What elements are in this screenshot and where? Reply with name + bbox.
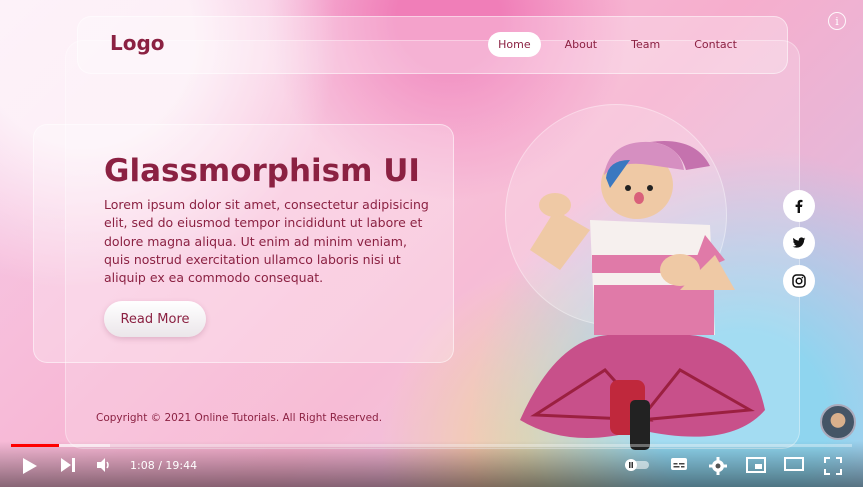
player-controls: 1:08 / 19:44 — [0, 441, 863, 487]
play-icon[interactable] — [22, 457, 38, 475]
info-icon[interactable]: i — [828, 12, 846, 30]
progress-bar[interactable] — [11, 444, 852, 447]
facebook-button[interactable] — [783, 190, 815, 222]
settings-gear-icon[interactable] — [709, 457, 727, 475]
nav-home[interactable]: Home — [488, 32, 541, 57]
theater-mode-icon[interactable] — [784, 457, 804, 471]
hero-card: Glassmorphism UI Lorem ipsum dolor sit a… — [33, 124, 454, 363]
character-illustration — [520, 141, 765, 450]
twitter-button[interactable] — [783, 227, 815, 259]
site-navbar: Logo Home About Team Contact — [77, 16, 788, 74]
time-display: 1:08 / 19:44 — [130, 459, 198, 472]
hero-title: Glassmorphism UI — [104, 153, 420, 189]
nav-team[interactable]: Team — [621, 32, 670, 57]
autoplay-toggle-icon[interactable] — [624, 458, 650, 472]
volume-icon[interactable] — [96, 457, 112, 473]
next-icon[interactable] — [60, 457, 76, 473]
nav-links: Home About Team Contact — [488, 32, 747, 57]
miniplayer-icon[interactable] — [746, 457, 766, 473]
progress-played — [11, 444, 59, 447]
channel-avatar[interactable] — [820, 404, 856, 440]
nav-about[interactable]: About — [555, 32, 608, 57]
hero-text: Lorem ipsum dolor sit amet, consectetur … — [104, 197, 429, 286]
site-logo[interactable]: Logo — [110, 31, 165, 55]
copyright-text: Copyright © 2021 Online Tutorials. All R… — [96, 412, 383, 424]
video-player[interactable]: i Logo Home About Team Contact Glassmorp… — [0, 0, 863, 487]
twitter-icon — [792, 237, 806, 248]
read-more-button[interactable]: Read More — [104, 301, 206, 337]
facebook-icon — [795, 199, 803, 213]
instagram-button[interactable] — [783, 265, 815, 297]
instagram-icon — [792, 274, 806, 288]
subtitles-icon[interactable] — [670, 457, 688, 471]
fullscreen-icon[interactable] — [824, 457, 842, 475]
nav-contact[interactable]: Contact — [684, 32, 747, 57]
